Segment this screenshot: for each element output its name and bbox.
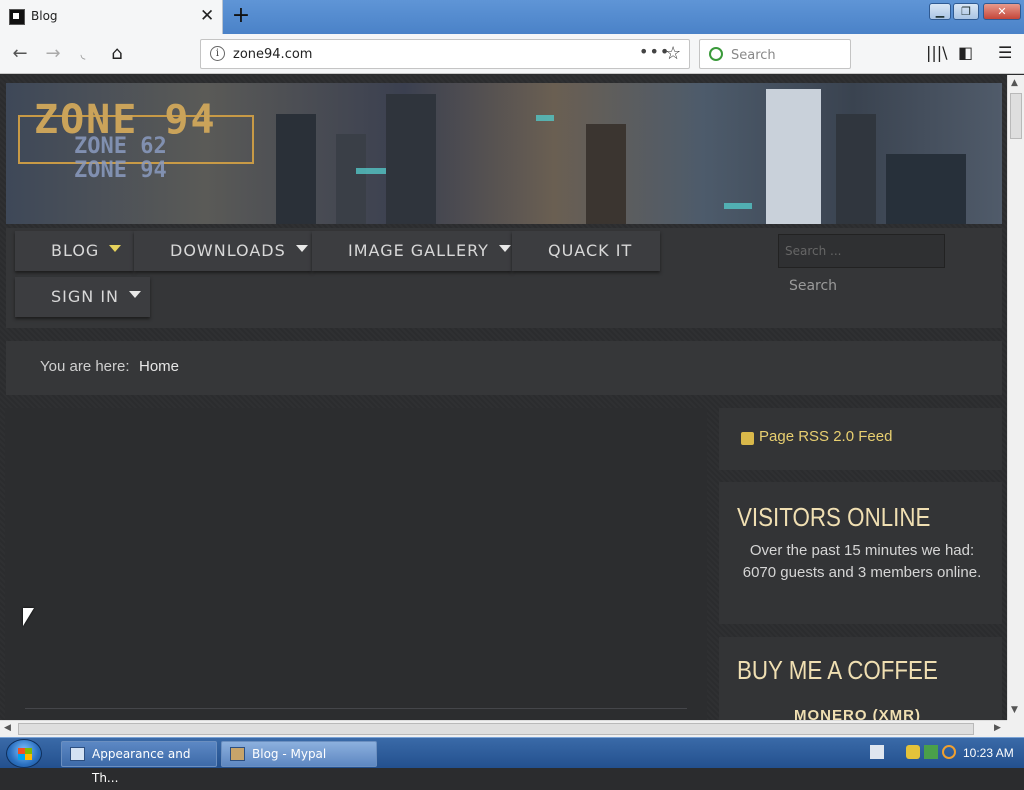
main-menu: BLOG DOWNLOADS IMAGE GALLERY QUACK IT SI… xyxy=(6,228,1002,328)
site-banner[interactable]: ZONE 94 ZONE 62 ZONE 94 xyxy=(6,83,1002,224)
banner-building xyxy=(586,124,626,224)
scroll-up-arrow-icon[interactable]: ▲ xyxy=(1011,78,1018,88)
breadcrumb: You are here: Home xyxy=(6,341,1002,395)
content-divider xyxy=(25,708,687,709)
banner-light xyxy=(356,168,386,174)
close-window-button[interactable]: ✕ xyxy=(983,3,1021,20)
site-info-icon[interactable]: i xyxy=(210,46,225,61)
breadcrumb-home-link[interactable]: Home xyxy=(139,358,179,375)
search-tray-icon[interactable] xyxy=(942,745,956,759)
visitors-online-heading: VISITORS ONLINE xyxy=(737,502,931,532)
menu-item-label: IMAGE GALLERY xyxy=(348,241,489,260)
taskbar-item-label: Blog - Mypal xyxy=(252,747,327,761)
scroll-left-arrow-icon[interactable]: ◀ xyxy=(4,723,11,733)
address-bar[interactable]: i zone94.com ••• ☆ xyxy=(200,39,690,69)
navigation-toolbar: ← → ◟ ⌂ i zone94.com ••• ☆ Search |||\ ◧… xyxy=(0,34,1024,74)
banner-building xyxy=(386,94,436,224)
dropdown-caret-icon xyxy=(129,291,142,298)
sidebar-toggle-icon[interactable]: ◧ xyxy=(958,43,973,62)
banner-building xyxy=(836,114,876,224)
banner-light xyxy=(724,203,752,209)
dropdown-caret-icon xyxy=(109,245,122,252)
horizontal-scroll-thumb[interactable] xyxy=(18,723,974,735)
banner-light xyxy=(536,115,554,121)
menu-item-label: QUACK IT xyxy=(548,241,633,260)
buy-me-a-coffee-module: BUY ME A COFFEE MONERO (XMR) xyxy=(719,637,1002,720)
menu-item-quack-it[interactable]: QUACK IT xyxy=(512,231,660,271)
keyboard-icon[interactable] xyxy=(870,745,884,759)
windows-logo-icon xyxy=(18,748,32,760)
visitors-online-module: VISITORS ONLINE Over the past 15 minutes… xyxy=(719,482,1002,624)
security-shield-icon[interactable] xyxy=(906,745,920,759)
banner-building xyxy=(336,134,366,224)
loading-spinner-icon[interactable]: ◟ xyxy=(70,41,96,67)
browser-search-input[interactable]: Search xyxy=(699,39,851,69)
taskbar-item-label: Appearance and Th... xyxy=(92,747,191,785)
breadcrumb-label: You are here: xyxy=(40,358,130,375)
close-tab-icon[interactable]: ✕ xyxy=(200,6,214,26)
site-logo-sub: ZONE 62 ZONE 94 xyxy=(74,135,167,183)
tab-strip: Blog ✕ + ▁ ❐ ✕ xyxy=(0,0,1024,34)
scrollbar-corner xyxy=(1007,720,1024,737)
windows-taskbar: Appearance and Th... Blog - Mypal 10:23 … xyxy=(0,737,1024,785)
logo-sub-line: ZONE 94 xyxy=(74,158,167,183)
library-icon[interactable]: |||\ xyxy=(926,43,948,62)
taskbar-clock[interactable]: 10:23 AM xyxy=(963,746,1014,760)
back-arrow-icon[interactable]: ← xyxy=(7,41,33,67)
taskbar-item-mypal[interactable]: Blog - Mypal xyxy=(221,741,377,767)
menu-item-blog[interactable]: BLOG xyxy=(15,231,134,271)
hamburger-menu-icon[interactable]: ☰ xyxy=(998,43,1012,62)
dropdown-caret-icon xyxy=(295,245,308,252)
rss-module: Page RSS 2.0 Feed xyxy=(719,408,1002,470)
logo-sub-line: ZONE 62 xyxy=(74,134,167,159)
dropdown-caret-icon xyxy=(498,245,511,252)
buy-me-a-coffee-heading: BUY ME A COFFEE xyxy=(737,655,938,685)
bookmark-star-icon[interactable]: ☆ xyxy=(665,43,681,64)
horizontal-scrollbar[interactable]: ◀ ▶ xyxy=(0,720,1007,737)
browser-search-placeholder: Search xyxy=(731,48,776,63)
menu-item-label: SIGN IN xyxy=(51,287,120,306)
site-search-button[interactable]: Search xyxy=(778,272,848,300)
menu-item-sign-in[interactable]: SIGN IN xyxy=(15,277,150,317)
site-favicon-icon xyxy=(9,9,25,25)
banner-building xyxy=(276,114,316,224)
rss-feed-icon[interactable] xyxy=(741,432,754,445)
mouse-pointer-icon xyxy=(23,608,34,626)
banner-building xyxy=(766,89,821,224)
new-tab-button[interactable]: + xyxy=(229,3,253,29)
site-search-input[interactable]: Search ... xyxy=(778,234,945,268)
browser-tab[interactable]: Blog ✕ xyxy=(0,0,223,34)
scroll-down-arrow-icon[interactable]: ▼ xyxy=(1011,705,1018,715)
banner-building xyxy=(886,154,966,224)
url-text[interactable]: zone94.com xyxy=(233,47,312,62)
network-icon[interactable] xyxy=(924,745,938,759)
menu-item-image-gallery[interactable]: IMAGE GALLERY xyxy=(312,231,512,271)
vertical-scrollbar[interactable]: ▲ ▼ xyxy=(1007,75,1024,720)
forward-arrow-icon[interactable]: → xyxy=(40,41,66,67)
menu-item-downloads[interactable]: DOWNLOADS xyxy=(134,231,312,271)
tab-title: Blog xyxy=(31,9,58,23)
search-engine-icon xyxy=(709,47,723,61)
control-panel-icon xyxy=(70,747,85,761)
web-page: ZONE 94 ZONE 62 ZONE 94 BLOG DOWNLOADS I… xyxy=(0,75,1007,720)
visitors-online-text: Over the past 15 minutes we had: 6070 gu… xyxy=(742,542,982,581)
minimize-window-button[interactable]: ▁ xyxy=(929,3,951,20)
scroll-right-arrow-icon[interactable]: ▶ xyxy=(994,723,1001,733)
maximize-window-button[interactable]: ❐ xyxy=(953,3,979,20)
monero-heading: MONERO (XMR) xyxy=(794,707,921,720)
vertical-scroll-thumb[interactable] xyxy=(1010,93,1022,139)
taskbar-item-appearance[interactable]: Appearance and Th... xyxy=(61,741,217,785)
menu-item-label: DOWNLOADS xyxy=(170,241,286,260)
rss-feed-link[interactable]: Page RSS 2.0 Feed xyxy=(759,428,892,445)
menu-item-label: BLOG xyxy=(51,241,100,260)
main-content xyxy=(5,408,707,720)
start-button[interactable] xyxy=(6,739,42,768)
mypal-browser-icon xyxy=(230,747,245,761)
home-icon[interactable]: ⌂ xyxy=(104,41,130,67)
